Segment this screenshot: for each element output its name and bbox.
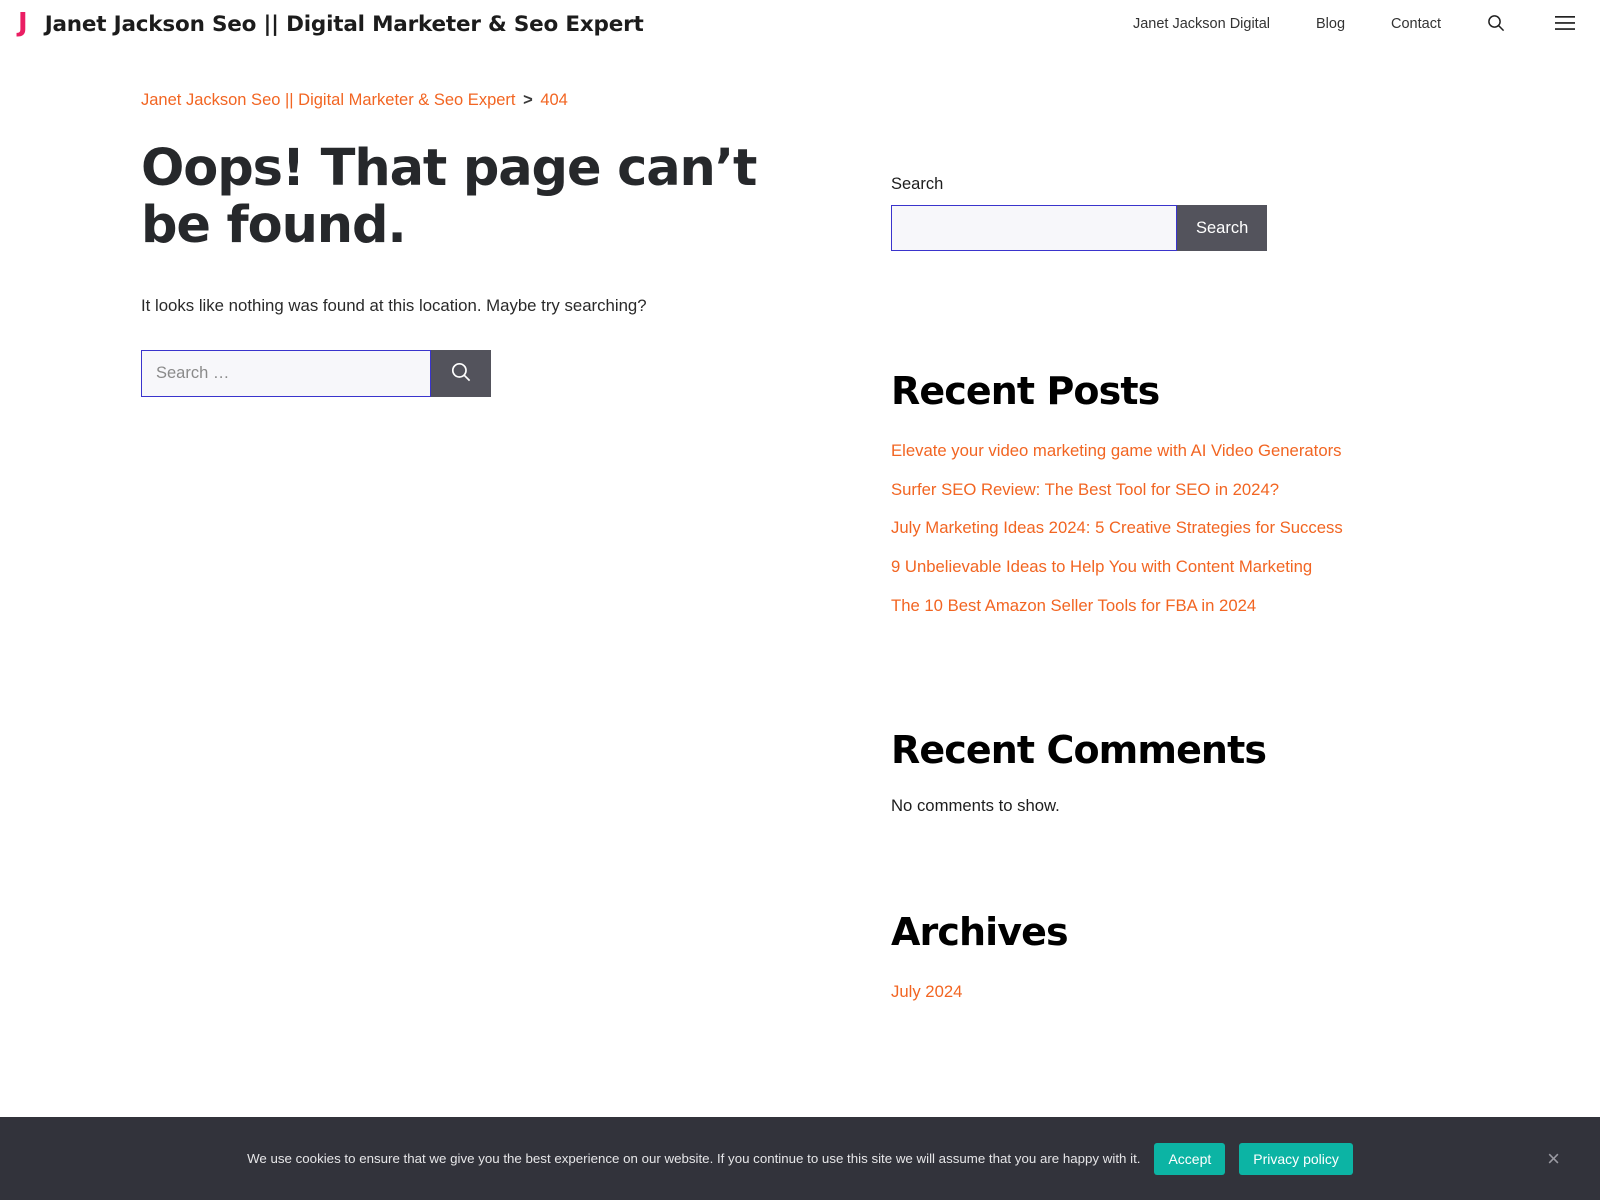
recent-posts-list: Elevate your video marketing game with A… bbox=[891, 437, 1350, 621]
widget-archives: Archives July 2024 bbox=[891, 910, 1350, 1007]
page-wrapper: Janet Jackson Seo || Digital Marketer & … bbox=[0, 49, 1600, 1007]
sidebar-search-form: Search bbox=[891, 205, 1350, 251]
search-toggle-button[interactable] bbox=[1464, 13, 1528, 36]
close-icon[interactable]: × bbox=[1541, 1147, 1566, 1171]
search-icon bbox=[449, 360, 473, 387]
list-item: 9 Unbelievable Ideas to Help You with Co… bbox=[891, 553, 1350, 582]
recent-post-link[interactable]: The 10 Best Amazon Seller Tools for FBA … bbox=[891, 596, 1256, 615]
primary-navigation: Janet Jackson Digital Blog Contact bbox=[1110, 13, 1576, 36]
breadcrumb-separator: > bbox=[523, 91, 533, 109]
cookie-banner-text: We use cookies to ensure that we give yo… bbox=[247, 1151, 1141, 1166]
nav-item-contact[interactable]: Contact bbox=[1368, 16, 1464, 32]
sidebar-search-button[interactable]: Search bbox=[1177, 205, 1268, 251]
breadcrumb-current-404[interactable]: 404 bbox=[540, 91, 568, 109]
sidebar-search-label: Search bbox=[891, 175, 944, 193]
list-item: July 2024 bbox=[891, 978, 1350, 1007]
recent-post-link[interactable]: July Marketing Ideas 2024: 5 Creative St… bbox=[891, 518, 1343, 537]
site-title: Janet Jackson Seo || Digital Marketer & … bbox=[44, 11, 644, 37]
search-submit-button[interactable] bbox=[431, 350, 491, 398]
cookie-accept-button[interactable]: Accept bbox=[1154, 1142, 1226, 1175]
recent-posts-title: Recent Posts bbox=[891, 369, 1160, 413]
breadcrumb: Janet Jackson Seo || Digital Marketer & … bbox=[141, 89, 880, 112]
cookie-consent-banner: We use cookies to ensure that we give yo… bbox=[0, 1117, 1600, 1200]
nav-item-blog[interactable]: Blog bbox=[1293, 16, 1368, 32]
nav-item-janet-jackson-digital[interactable]: Janet Jackson Digital bbox=[1110, 16, 1293, 32]
content-search-form bbox=[141, 350, 880, 398]
archive-link-july-2024[interactable]: July 2024 bbox=[891, 982, 962, 1001]
main-content: Janet Jackson Seo || Digital Marketer & … bbox=[0, 49, 880, 1007]
recent-comments-empty-text: No comments to show. bbox=[891, 796, 1060, 816]
list-item: Surfer SEO Review: The Best Tool for SEO… bbox=[891, 476, 1350, 505]
recent-post-link[interactable]: Surfer SEO Review: The Best Tool for SEO… bbox=[891, 480, 1279, 499]
site-brand-link[interactable]: J Janet Jackson Seo || Digital Marketer … bbox=[18, 10, 644, 39]
widget-search: Search Search bbox=[891, 175, 1350, 251]
recent-post-link[interactable]: Elevate your video marketing game with A… bbox=[891, 441, 1342, 460]
list-item: Elevate your video marketing game with A… bbox=[891, 437, 1350, 466]
brand-logo-j-icon: J bbox=[18, 7, 28, 38]
recent-comments-title: Recent Comments bbox=[891, 728, 1267, 773]
widget-recent-comments: Recent Comments No comments to show. bbox=[891, 730, 1350, 816]
recent-post-link[interactable]: 9 Unbelievable Ideas to Help You with Co… bbox=[891, 557, 1312, 576]
archives-title: Archives bbox=[891, 910, 1069, 955]
archives-list: July 2024 bbox=[891, 978, 1350, 1007]
sidebar-search-input[interactable] bbox=[891, 205, 1177, 251]
mobile-menu-button[interactable] bbox=[1528, 14, 1576, 35]
widget-recent-posts: Recent Posts Elevate your video marketin… bbox=[891, 369, 1350, 621]
list-item: July Marketing Ideas 2024: 5 Creative St… bbox=[891, 514, 1350, 543]
cookie-privacy-policy-button[interactable]: Privacy policy bbox=[1239, 1142, 1353, 1175]
not-found-message: It looks like nothing was found at this … bbox=[141, 296, 647, 316]
list-item: The 10 Best Amazon Seller Tools for FBA … bbox=[891, 592, 1350, 621]
cookie-banner-inner: We use cookies to ensure that we give yo… bbox=[247, 1142, 1353, 1175]
site-header: J Janet Jackson Seo || Digital Marketer … bbox=[0, 0, 1600, 49]
breadcrumb-home-link[interactable]: Janet Jackson Seo || Digital Marketer & … bbox=[141, 91, 516, 109]
search-input[interactable] bbox=[141, 350, 431, 398]
sidebar: Search Search Recent Posts Elevate your … bbox=[880, 49, 1350, 1007]
page-title: Oops! That page can’t be found. bbox=[141, 139, 757, 256]
search-icon bbox=[1486, 13, 1506, 36]
hamburger-menu-icon bbox=[1554, 14, 1576, 35]
